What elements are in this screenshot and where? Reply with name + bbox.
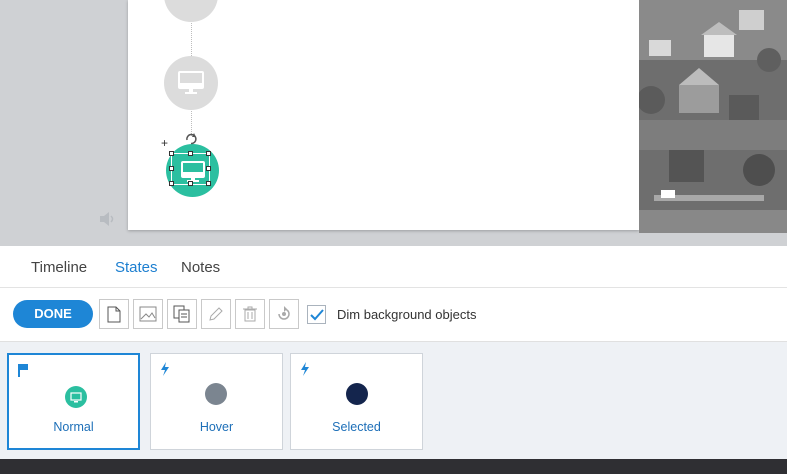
status-bar [0,459,787,474]
image-icon [139,306,157,322]
dim-background-label[interactable]: Dim background objects [337,307,476,322]
delete-icon [243,306,257,322]
state-swatch [205,383,227,405]
reset-icon [278,306,290,320]
cursor-crosshair: + [161,136,169,150]
done-button[interactable]: DONE [13,300,93,328]
tab-notes[interactable]: Notes [181,259,220,276]
monitor-icon [178,71,204,94]
resize-handle[interactable] [169,151,174,156]
tab-timeline[interactable]: Timeline [31,259,87,276]
background-photo [639,0,787,233]
desktop-icon [179,0,203,7]
new-state-icon [107,306,121,322]
canvas-stage: + [0,0,787,246]
reset-button[interactable] [269,299,299,329]
image-button[interactable] [133,299,163,329]
state-swatch [65,386,87,408]
delete-button[interactable] [235,299,265,329]
state-label: Normal [53,420,94,434]
state-label: Hover [199,420,234,434]
checkmark-icon [309,308,324,320]
new-state-button[interactable] [99,299,129,329]
dim-background-checkbox[interactable] [307,305,326,324]
resize-handle[interactable] [169,181,174,186]
resize-handle[interactable] [206,151,211,156]
resize-handle[interactable] [188,151,193,156]
slide[interactable] [128,0,639,230]
connector-line [191,18,192,58]
edit-button[interactable] [201,299,231,329]
monitor-icon [70,391,82,402]
resize-handle[interactable] [206,181,211,186]
resize-handle[interactable] [169,166,174,171]
states-toolbar: DONE Dim background objects [0,288,787,342]
rotate-handle-icon[interactable] [184,132,198,146]
timeline-node[interactable] [164,56,218,110]
speaker-icon[interactable] [98,210,118,228]
edit-icon [209,307,223,321]
flag-icon [18,364,28,377]
state-card-normal[interactable]: Normal [7,353,140,450]
duplicate-button[interactable] [167,299,197,329]
resize-handle[interactable] [188,181,193,186]
panel-tabs: Timeline States Notes [0,246,787,288]
duplicate-icon [173,305,190,323]
state-card-selected[interactable]: Selected [290,353,423,450]
state-label: Selected [332,420,381,434]
tab-states[interactable]: States [115,259,158,276]
states-panel: Normal Hover Selected [0,342,787,459]
state-swatch [346,383,368,405]
lightning-icon [161,362,169,376]
resize-handle[interactable] [206,166,211,171]
lightning-icon [301,362,309,376]
state-card-hover[interactable]: Hover [150,353,283,450]
